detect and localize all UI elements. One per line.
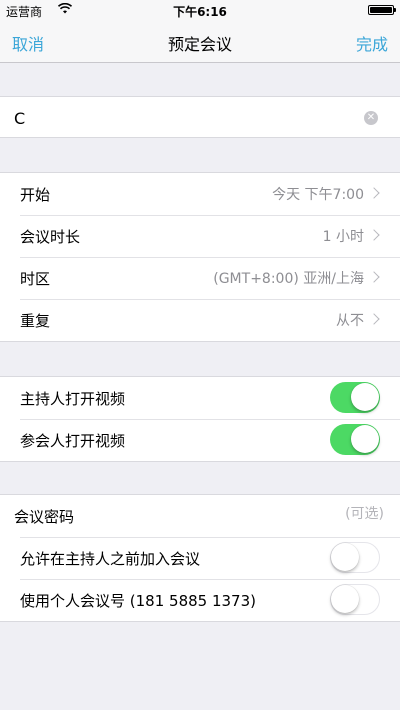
chevron-right-icon (368, 187, 380, 199)
repeat-label: 重复 (20, 311, 51, 330)
start-label: 开始 (20, 185, 51, 204)
chevron-right-icon (368, 271, 380, 283)
toggle-knob (331, 543, 359, 571)
clear-icon[interactable]: ✕ (364, 111, 378, 125)
toggle-knob (351, 425, 379, 453)
topic-group: ✕ (0, 96, 400, 138)
host-video-label: 主持人打开视频 (20, 389, 126, 408)
duration-row[interactable]: 会议时长 1 小时 (0, 215, 400, 257)
timezone-label: 时区 (20, 269, 51, 288)
nav-bar: 取消 预定会议 完成 (0, 20, 400, 63)
personal-meeting-id-row: 使用个人会议号 (181 5885 1373) (0, 579, 400, 621)
password-label: 会议密码 (14, 507, 75, 526)
status-time: 下午6:16 (173, 5, 227, 19)
participant-video-toggle[interactable] (330, 424, 380, 455)
host-video-row: 主持人打开视频 (0, 377, 400, 419)
host-video-toggle[interactable] (330, 382, 380, 413)
status-bar: 运营商 下午6:16 (0, 0, 400, 20)
chevron-right-icon (368, 313, 380, 325)
page-title: 预定会议 (167, 35, 232, 54)
repeat-row[interactable]: 重复 从不 (0, 299, 400, 341)
video-group: 主持人打开视频 参会人打开视频 (0, 376, 400, 462)
schedule-group: 开始 今天 下午7:00 会议时长 1 小时 时区 (GMT+8:00) 亚洲/… (0, 172, 400, 342)
repeat-value: 从不 (336, 313, 364, 329)
timezone-row[interactable]: 时区 (GMT+8:00) 亚洲/上海 (0, 257, 400, 299)
password-input[interactable] (244, 506, 384, 522)
start-value: 今天 下午7:00 (272, 187, 364, 203)
join-before-host-label: 允许在主持人之前加入会议 (20, 549, 201, 568)
timezone-value: (GMT+8:00) 亚洲/上海 (213, 271, 364, 287)
join-before-host-row: 允许在主持人之前加入会议 (0, 537, 400, 579)
password-row: 会议密码 (0, 495, 400, 537)
toggle-knob (331, 585, 359, 613)
participant-video-row: 参会人打开视频 (0, 419, 400, 461)
participant-video-label: 参会人打开视频 (20, 431, 126, 450)
topic-input[interactable] (14, 105, 354, 131)
join-before-host-toggle[interactable] (330, 542, 380, 573)
battery-icon (368, 5, 396, 15)
done-button[interactable]: 完成 (356, 31, 388, 55)
start-row[interactable]: 开始 今天 下午7:00 (0, 173, 400, 215)
chevron-right-icon (368, 229, 380, 241)
duration-label: 会议时长 (20, 227, 81, 246)
toggle-knob (351, 383, 379, 411)
personal-meeting-id-toggle[interactable] (330, 584, 380, 615)
security-group: 会议密码 允许在主持人之前加入会议 使用个人会议号 (181 5885 1373… (0, 494, 400, 622)
personal-meeting-id-label: 使用个人会议号 (181 5885 1373) (20, 591, 256, 610)
duration-value: 1 小时 (322, 229, 364, 245)
